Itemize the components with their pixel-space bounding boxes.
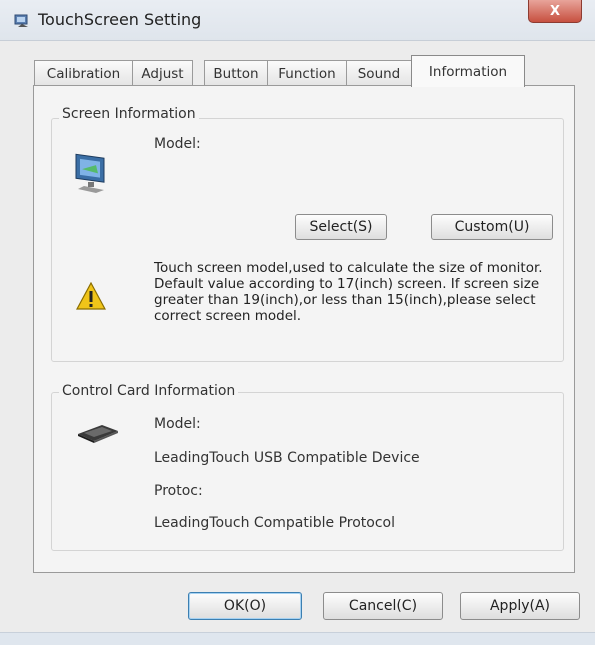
card-protocol-label: Protoc: bbox=[154, 483, 203, 499]
screen-model-description: Touch screen model,used to calculate the… bbox=[154, 260, 543, 324]
custom-button-label: Custom(U) bbox=[454, 219, 530, 235]
apply-button-label: Apply(A) bbox=[489, 598, 551, 614]
window-bottom-border bbox=[0, 632, 595, 645]
tab-calibration[interactable]: Calibration bbox=[34, 60, 133, 86]
ok-button-label: OK(O) bbox=[223, 598, 267, 614]
control-card-title: Control Card Information bbox=[59, 383, 239, 399]
app-icon bbox=[14, 13, 30, 27]
warning-icon bbox=[75, 281, 107, 314]
select-button-label: Select(S) bbox=[309, 219, 373, 235]
apply-button[interactable]: Apply(A) bbox=[460, 592, 580, 620]
card-model-value: LeadingTouch USB Compatible Device bbox=[154, 450, 420, 466]
tab-sound[interactable]: Sound bbox=[346, 60, 412, 86]
screen-model-label: Model: bbox=[154, 136, 201, 152]
tab-information[interactable]: Information bbox=[411, 55, 525, 87]
close-button[interactable]: X bbox=[528, 0, 582, 23]
select-button[interactable]: Select(S) bbox=[295, 214, 387, 240]
tab-strip: Calibration Adjust Button Function Sound… bbox=[34, 55, 574, 87]
tab-function[interactable]: Function bbox=[267, 60, 347, 86]
cancel-button[interactable]: Cancel(C) bbox=[323, 592, 443, 620]
screen-information-title: Screen Information bbox=[59, 106, 199, 122]
tab-button[interactable]: Button bbox=[204, 60, 268, 86]
touchscreen-setting-window: TouchScreen Setting X Calibration Adjust… bbox=[0, 0, 595, 645]
monitor-icon bbox=[74, 152, 114, 198]
cancel-button-label: Cancel(C) bbox=[348, 598, 418, 614]
card-protocol-value: LeadingTouch Compatible Protocol bbox=[154, 515, 395, 531]
screen-information-group bbox=[51, 118, 564, 362]
window-title: TouchScreen Setting bbox=[38, 10, 202, 29]
usb-device-icon bbox=[76, 422, 120, 448]
tab-adjust[interactable]: Adjust bbox=[132, 60, 193, 86]
ok-button[interactable]: OK(O) bbox=[188, 592, 302, 620]
custom-button[interactable]: Custom(U) bbox=[431, 214, 553, 240]
title-bar[interactable]: TouchScreen Setting X bbox=[0, 0, 595, 41]
card-model-label: Model: bbox=[154, 416, 201, 432]
close-icon: X bbox=[549, 3, 561, 19]
